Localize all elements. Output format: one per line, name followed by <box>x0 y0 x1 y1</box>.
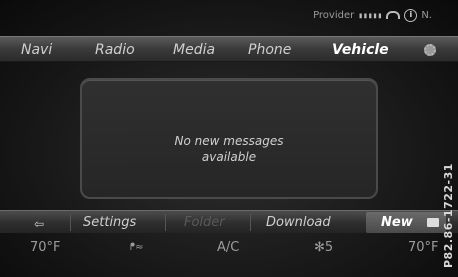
status-bar: Provider ▮▮▮▮▮ i N. <box>313 6 432 24</box>
fan-speed[interactable]: ✻5 <box>314 239 333 257</box>
menu-item-phone[interactable]: Phone <box>248 37 291 63</box>
divider <box>70 214 71 231</box>
menu-item-new[interactable]: New <box>381 211 413 234</box>
message-line-2: available <box>201 150 257 164</box>
message-menu-bar: ⇦ Settings Folder Download New <box>0 210 458 233</box>
menu-item-folder: Folder <box>184 215 225 230</box>
menu-item-radio[interactable]: Radio <box>95 37 135 63</box>
envelope-icon <box>427 218 439 227</box>
airflow-icon[interactable]: ᖰ≈ <box>130 239 144 257</box>
divider <box>250 214 251 231</box>
network-label: N. <box>421 9 432 21</box>
menu-item-navi[interactable]: Navi <box>21 37 52 63</box>
menu-item-settings[interactable]: Settings <box>83 211 136 234</box>
head-unit-screen: Provider ▮▮▮▮▮ i N. Navi Radio Media Pho… <box>0 0 458 277</box>
fan-icon: ✻ <box>314 240 325 255</box>
right-temperature[interactable]: 70°F <box>408 239 439 257</box>
settings-gear-icon[interactable] <box>424 44 436 56</box>
info-icon: i <box>404 8 418 22</box>
menu-item-media[interactable]: Media <box>173 37 215 63</box>
menu-item-download[interactable]: Download <box>266 211 331 234</box>
message-line-1: No new messages <box>174 134 284 148</box>
main-menu-bar: Navi Radio Media Phone Vehicle <box>0 36 458 62</box>
signal-strength-icon: ▮▮▮▮▮ <box>358 10 383 20</box>
empty-message-text: No new messages available <box>80 133 378 165</box>
provider-label: Provider <box>313 9 355 21</box>
climate-bar: 70°F ᖰ≈ A/C ✻5 70°F <box>0 235 458 261</box>
divider <box>165 214 166 231</box>
menu-item-vehicle[interactable]: Vehicle <box>332 37 389 63</box>
ac-status[interactable]: A/C <box>217 239 239 257</box>
back-arrow-icon[interactable]: ⇦ <box>34 217 44 231</box>
figure-code: P82.86-1722-31 <box>442 163 455 268</box>
phone-icon <box>386 11 401 19</box>
left-temperature[interactable]: 70°F <box>30 239 61 257</box>
